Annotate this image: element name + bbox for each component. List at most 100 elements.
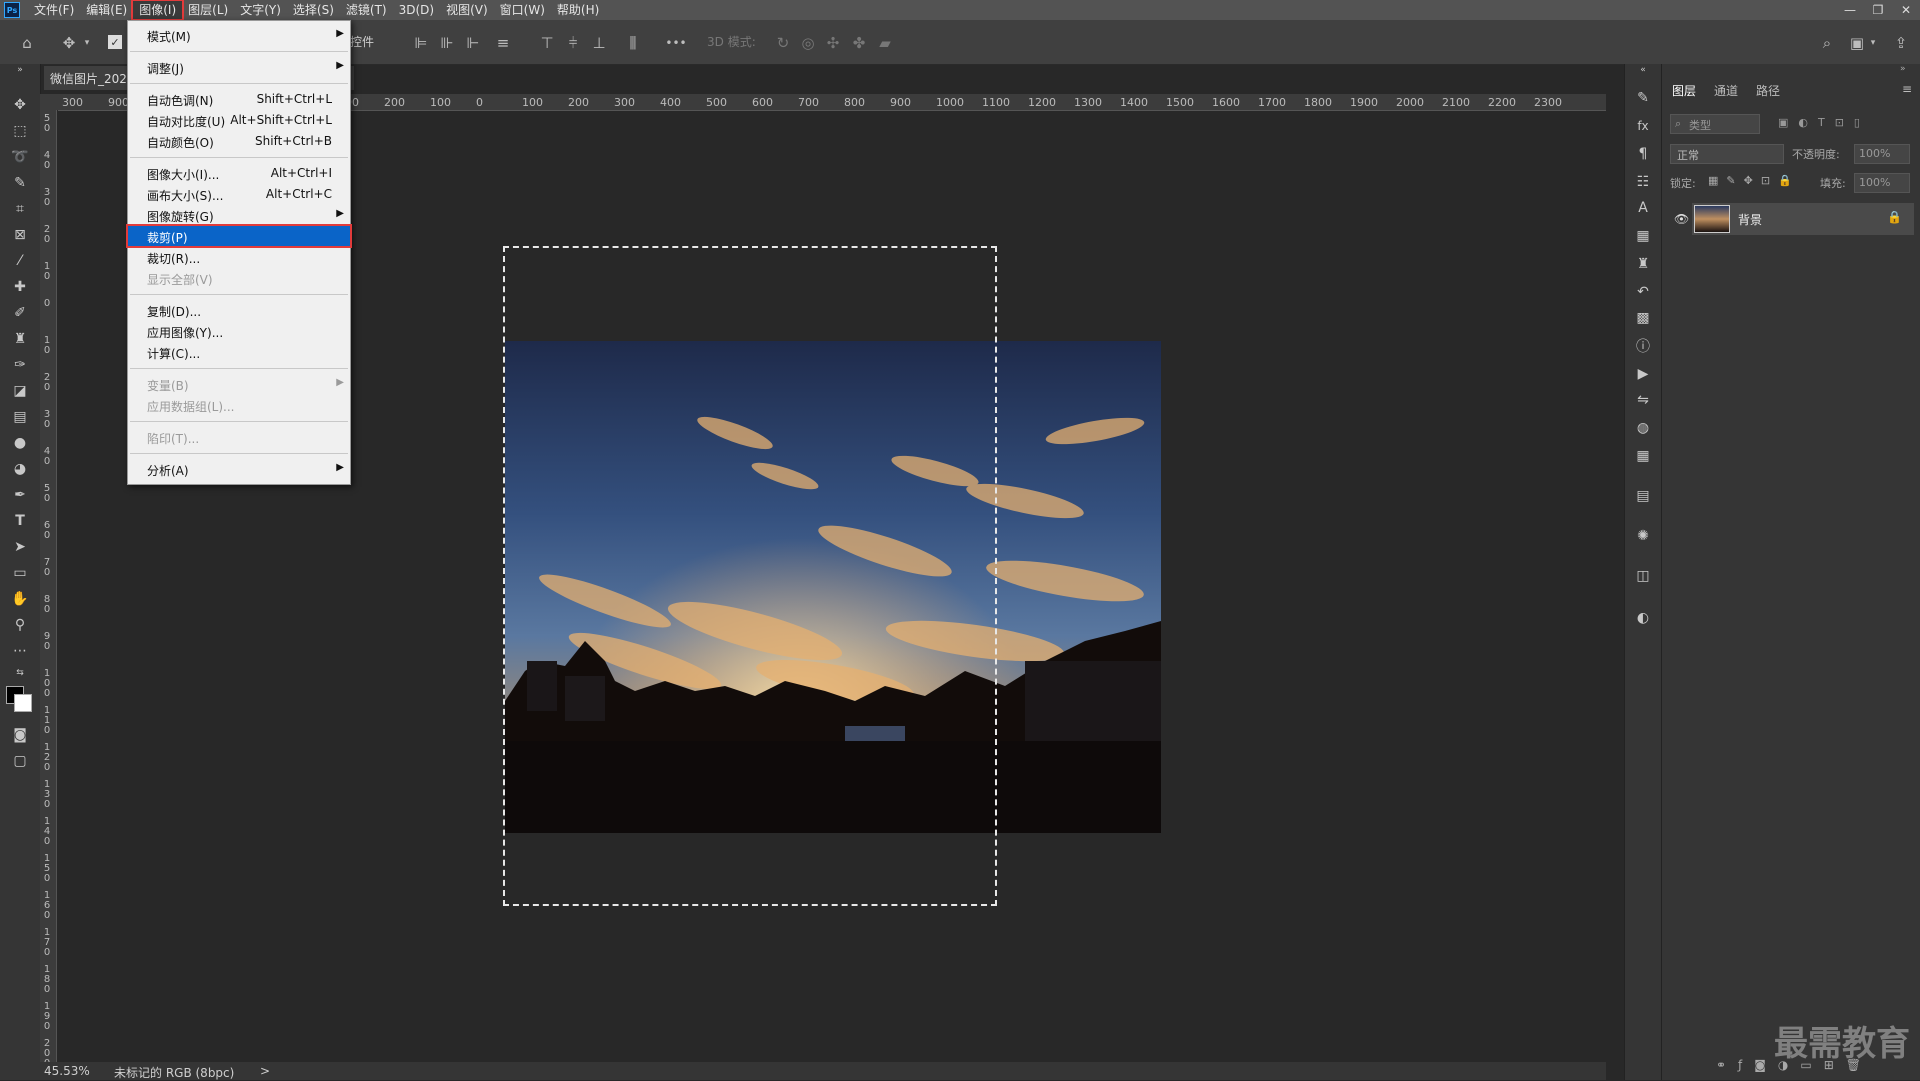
menu-item[interactable]: 图像(I) — [131, 0, 185, 21]
eyedropper-tool-icon[interactable]: ⁄ — [6, 250, 34, 272]
auto-select-checkbox[interactable]: ✓ — [108, 35, 122, 49]
lock-icons[interactable]: ▦✎✥⊡🔒 — [1708, 174, 1800, 187]
menu-item[interactable]: 图像大小(I)... Alt+Ctrl+I — [128, 163, 350, 183]
3d-orbit-icon[interactable]: ↻ — [772, 32, 794, 54]
layer-filter-icons[interactable]: ▣◐T⊡▯ — [1778, 116, 1870, 129]
menu-item[interactable]: 自动对比度(U) Alt+Shift+Ctrl+L — [128, 110, 350, 130]
adjustments-icon[interactable]: ✺ — [1633, 526, 1653, 546]
align-top-icon[interactable]: ⊤ — [536, 32, 558, 54]
panel-menu-icon[interactable]: ≡ — [1902, 82, 1912, 96]
menu-item[interactable]: 选择(S) — [287, 1, 340, 19]
close-button[interactable]: ✕ — [1892, 0, 1920, 20]
menu-item[interactable]: 自动颜色(O) Shift+Ctrl+B — [128, 131, 350, 151]
search-icon[interactable]: ⌕ — [1816, 32, 1838, 54]
character-icon[interactable]: A — [1633, 198, 1653, 218]
move-tool-icon[interactable]: ✥ — [58, 32, 80, 54]
tab-layers[interactable]: 图层 — [1672, 82, 1696, 99]
color-icon[interactable]: ◍ — [1633, 418, 1653, 438]
pen-tool-icon[interactable]: ✒ — [6, 484, 34, 506]
brush-tool-icon[interactable]: ✐ — [6, 302, 34, 324]
align-left-icon[interactable]: ⊫ — [410, 32, 432, 54]
libraries-icon[interactable]: ▦ — [1633, 226, 1653, 246]
swatches-icon[interactable]: ▦ — [1633, 446, 1653, 466]
3d-slide-icon[interactable]: ✤ — [848, 32, 870, 54]
history-brush-tool-icon[interactable]: ✑ — [6, 354, 34, 376]
distribute-icon[interactable]: ≡ — [492, 32, 514, 54]
styles-icon[interactable]: fx — [1633, 116, 1653, 136]
more-options-icon[interactable]: ••• — [664, 32, 688, 54]
menu-item[interactable]: 应用图像(Y)... — [128, 321, 350, 341]
menu-item[interactable]: 图像旋转(G) ▶ — [128, 205, 350, 225]
clone-source-icon[interactable]: ♜ — [1633, 254, 1653, 274]
collapse-icon[interactable]: » — [6, 64, 34, 76]
menu-item[interactable]: 图层(L) — [182, 1, 234, 19]
brush-settings-icon[interactable]: ✎ — [1633, 88, 1653, 108]
align-bottom-icon[interactable]: ⊥ — [588, 32, 610, 54]
fill-field[interactable]: 100% — [1854, 173, 1910, 193]
3d-roll-icon[interactable]: ◎ — [797, 32, 819, 54]
photoshop-logo-icon[interactable]: Ps — [4, 2, 20, 18]
crop-tool-icon[interactable]: ⌗ — [6, 198, 34, 220]
align-middle-icon[interactable]: ⫩ — [562, 32, 584, 54]
blur-tool-icon[interactable]: ● — [6, 432, 34, 454]
menu-item[interactable]: 调整(J) ▶ — [128, 57, 350, 77]
properties-icon[interactable]: ☷ — [1633, 172, 1653, 192]
move-tool-icon[interactable]: ✥ — [6, 94, 34, 116]
collapse-icon[interactable]: « — [1633, 64, 1653, 76]
zoom-level[interactable]: 45.53% — [44, 1064, 90, 1078]
history-icon[interactable]: ↶ — [1633, 282, 1653, 302]
minimize-button[interactable]: — — [1836, 0, 1864, 20]
layer-row-background[interactable]: 背景 🔒 — [1692, 203, 1914, 235]
edit-toolbar-icon[interactable]: ⋯ — [6, 640, 34, 662]
menu-item[interactable]: 模式(M) ▶ — [128, 25, 350, 45]
menu-item[interactable]: 编辑(E) — [80, 1, 133, 19]
menu-item[interactable]: 画布大小(S)... Alt+Ctrl+C — [128, 184, 350, 204]
glyphs-icon[interactable]: ▩ — [1633, 308, 1653, 328]
navigator-icon[interactable]: ◫ — [1633, 566, 1653, 586]
eraser-tool-icon[interactable]: ◪ — [6, 380, 34, 402]
quick-mask-icon[interactable]: ◙ — [6, 724, 34, 746]
home-icon[interactable]: ⌂ — [16, 32, 38, 54]
vertical-ruler[interactable]: 50 40 30 20 10 0 10 20 30 40 50 60 70 80 90 100 110 120 13… — [40, 110, 57, 1062]
screen-mode-icon[interactable]: ▢ — [6, 750, 34, 772]
blend-mode-select[interactable]: 正常 — [1670, 144, 1784, 164]
histogram-icon[interactable]: ◐ — [1633, 608, 1653, 628]
zoom-tool-icon[interactable]: ⚲ — [6, 614, 34, 636]
status-arrow[interactable]: > — [260, 1064, 270, 1078]
quick-select-tool-icon[interactable]: ✎ — [6, 172, 34, 194]
menu-item[interactable]: 裁切(R)... — [128, 247, 350, 267]
3d-pan-icon[interactable]: ✣ — [822, 32, 844, 54]
workspace-chevron-icon[interactable]: ▾ — [1868, 34, 1878, 52]
menu-item[interactable]: 帮助(H) — [551, 1, 605, 19]
chevron-down-icon[interactable]: ▾ — [82, 34, 92, 52]
layer-comps-icon[interactable]: ⇋ — [1633, 390, 1653, 410]
align-center-icon[interactable]: ⊪ — [436, 32, 458, 54]
gradient-tool-icon[interactable]: ▤ — [6, 406, 34, 428]
align-right-icon[interactable]: ⊩ — [462, 32, 484, 54]
menu-item[interactable]: 计算(C)... — [128, 342, 350, 362]
actions-icon[interactable]: ▶ — [1633, 364, 1653, 384]
menu-item[interactable]: 自动色调(N) Shift+Ctrl+L — [128, 89, 350, 109]
hand-tool-icon[interactable]: ✋ — [6, 588, 34, 610]
clone-stamp-tool-icon[interactable]: ♜ — [6, 328, 34, 350]
menu-item[interactable]: 3D(D) — [393, 1, 440, 19]
paragraph-icon[interactable]: ¶ — [1633, 144, 1653, 164]
panel-collapse-icon[interactable]: » — [1900, 64, 1906, 74]
background-color-swatch[interactable] — [14, 694, 32, 712]
tab-channels[interactable]: 通道 — [1714, 82, 1738, 99]
menu-item[interactable]: 文件(F) — [28, 1, 80, 19]
swap-colors-icon[interactable]: ⇆ — [6, 666, 34, 680]
menu-item[interactable]: 分析(A) ▶ — [128, 459, 350, 479]
layer-filter-select[interactable]: ⌕ 类型 — [1670, 114, 1760, 134]
distribute-vertical-icon[interactable]: ⫼ — [622, 32, 644, 54]
type-tool-icon[interactable]: T — [6, 510, 34, 532]
lasso-tool-icon[interactable]: ➰ — [6, 146, 34, 168]
path-selection-tool-icon[interactable]: ➤ — [6, 536, 34, 558]
opacity-field[interactable]: 100% — [1854, 144, 1910, 164]
notes-icon[interactable]: ▤ — [1633, 486, 1653, 506]
workspace-icon[interactable]: ▣ — [1846, 32, 1868, 54]
eye-icon[interactable]: 👁 — [1674, 212, 1689, 226]
menu-item[interactable]: 视图(V) — [440, 1, 494, 19]
menu-item[interactable]: 滤镜(T) — [340, 1, 393, 19]
healing-brush-tool-icon[interactable]: ✚ — [6, 276, 34, 298]
